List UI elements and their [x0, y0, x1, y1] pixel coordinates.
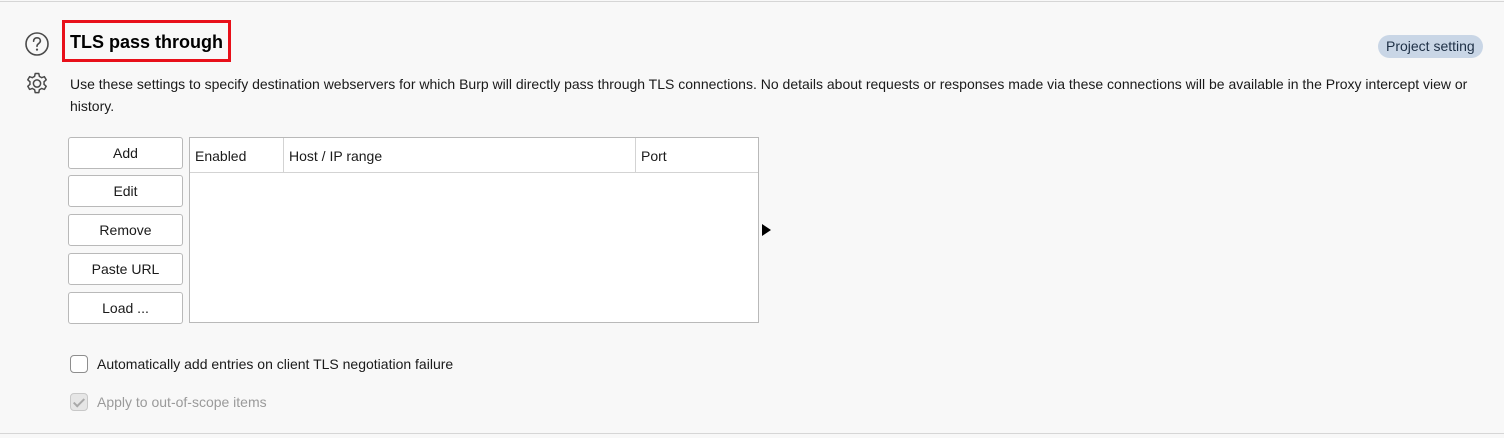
- out-of-scope-label: Apply to out-of-scope items: [97, 394, 267, 410]
- add-button[interactable]: Add: [68, 137, 183, 169]
- tls-passthrough-table[interactable]: Enabled Host / IP range Port: [189, 137, 759, 323]
- auto-add-option[interactable]: Automatically add entries on client TLS …: [70, 353, 453, 375]
- project-setting-badge: Project setting: [1378, 35, 1483, 58]
- help-icon[interactable]: [24, 31, 50, 57]
- remove-button[interactable]: Remove: [68, 214, 183, 246]
- column-header-host[interactable]: Host / IP range: [284, 138, 636, 172]
- top-divider: [0, 1, 1504, 2]
- paste-url-button[interactable]: Paste URL: [68, 253, 183, 285]
- bottom-divider: [0, 433, 1504, 434]
- load-button[interactable]: Load ...: [68, 292, 183, 324]
- out-of-scope-checkbox: [70, 393, 88, 411]
- out-of-scope-option: Apply to out-of-scope items: [70, 391, 267, 413]
- column-header-port[interactable]: Port: [636, 138, 758, 172]
- edit-button[interactable]: Edit: [68, 175, 183, 207]
- column-header-enabled[interactable]: Enabled: [190, 138, 284, 172]
- table-body[interactable]: [190, 173, 758, 323]
- gear-icon[interactable]: [24, 71, 50, 97]
- table-header: Enabled Host / IP range Port: [190, 138, 758, 173]
- auto-add-checkbox[interactable]: [70, 355, 88, 373]
- section-description: Use these settings to specify destinatio…: [70, 76, 1468, 114]
- section-title: TLS pass through: [70, 32, 223, 52]
- auto-add-label: Automatically add entries on client TLS …: [97, 356, 454, 372]
- expand-arrow-icon[interactable]: [762, 224, 771, 236]
